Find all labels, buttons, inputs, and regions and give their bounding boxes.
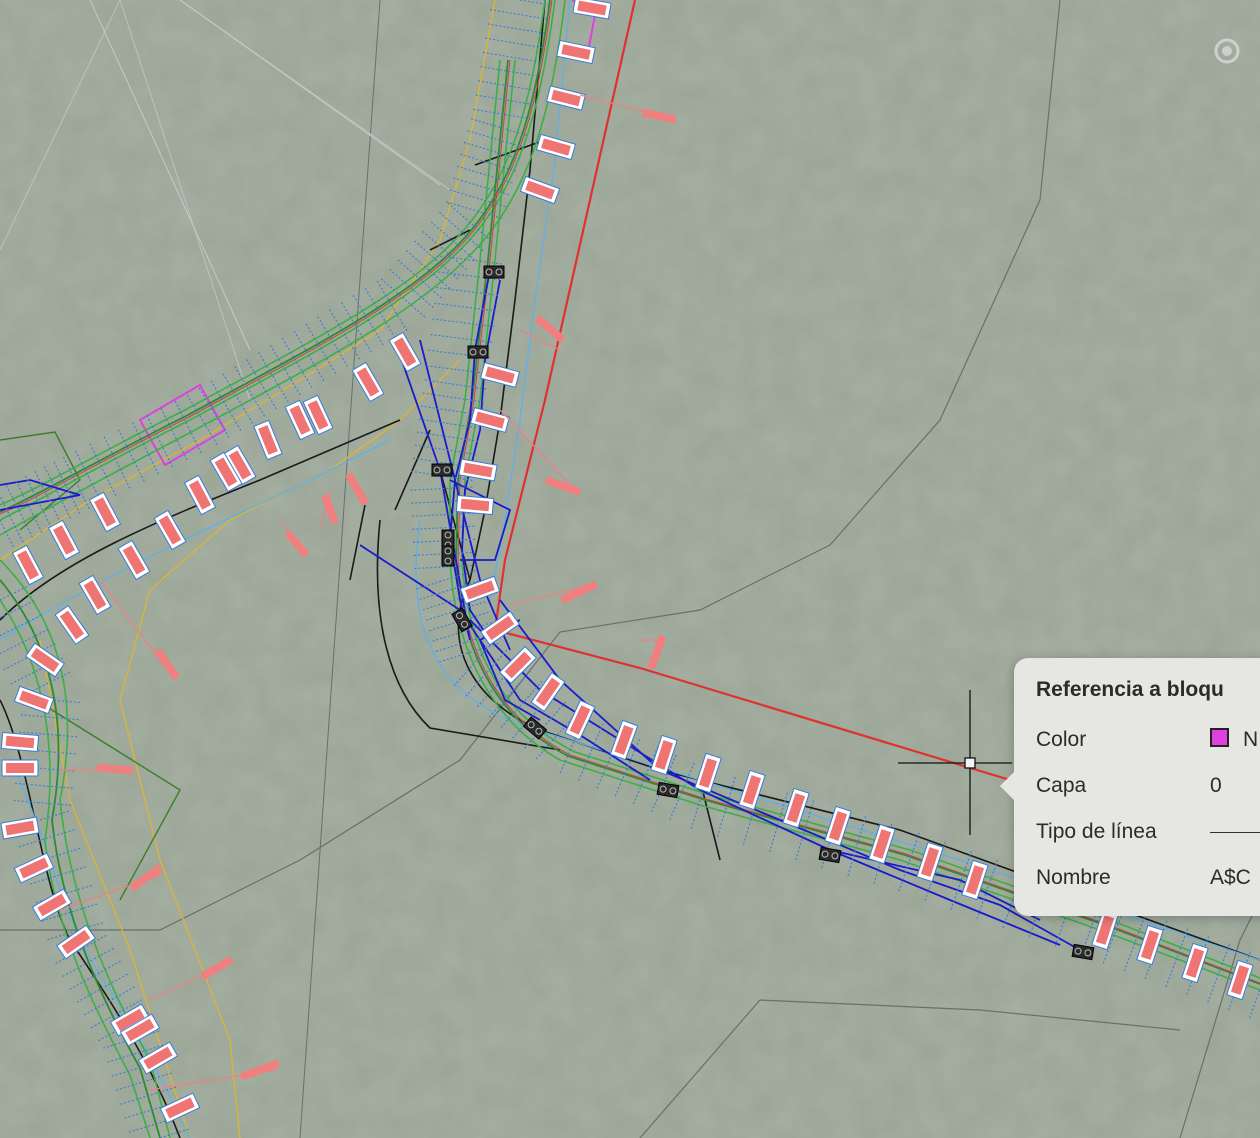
cad-drawing[interactable]	[0, 0, 1260, 1138]
tooltip-value-color: N	[1210, 728, 1258, 752]
drawing-canvas[interactable]	[0, 0, 1260, 1138]
tooltip-label-layer: Capa	[1036, 774, 1087, 797]
lot-block	[455, 494, 495, 516]
lot-block	[0, 731, 40, 753]
vehicle-block	[441, 545, 455, 567]
tooltip-value-name: A$C	[1210, 866, 1251, 889]
vehicle-block	[483, 265, 505, 279]
tooltip-color-name: N	[1243, 728, 1259, 751]
tooltip-pointer	[1000, 770, 1016, 802]
block-reference-tooltip: Referencia a bloqu Color N Capa 0 Tipo d…	[1000, 658, 1260, 916]
terrain-texture	[0, 0, 1260, 1138]
color-swatch-icon	[1210, 728, 1229, 747]
tooltip-label-name: Nombre	[1036, 866, 1111, 889]
compass-icon[interactable]	[1212, 36, 1242, 66]
tooltip-value-linetype	[1210, 820, 1260, 844]
tooltip-value-layer: 0	[1210, 774, 1222, 797]
linetype-sample	[1210, 831, 1260, 833]
lot-block	[1, 759, 39, 777]
tooltip-label-color: Color	[1036, 728, 1087, 751]
tooltip-title: Referencia a bloqu	[1036, 678, 1224, 701]
vehicle-block	[431, 463, 453, 477]
tooltip-label-linetype: Tipo de línea	[1036, 820, 1157, 843]
vehicle-block	[467, 345, 489, 359]
